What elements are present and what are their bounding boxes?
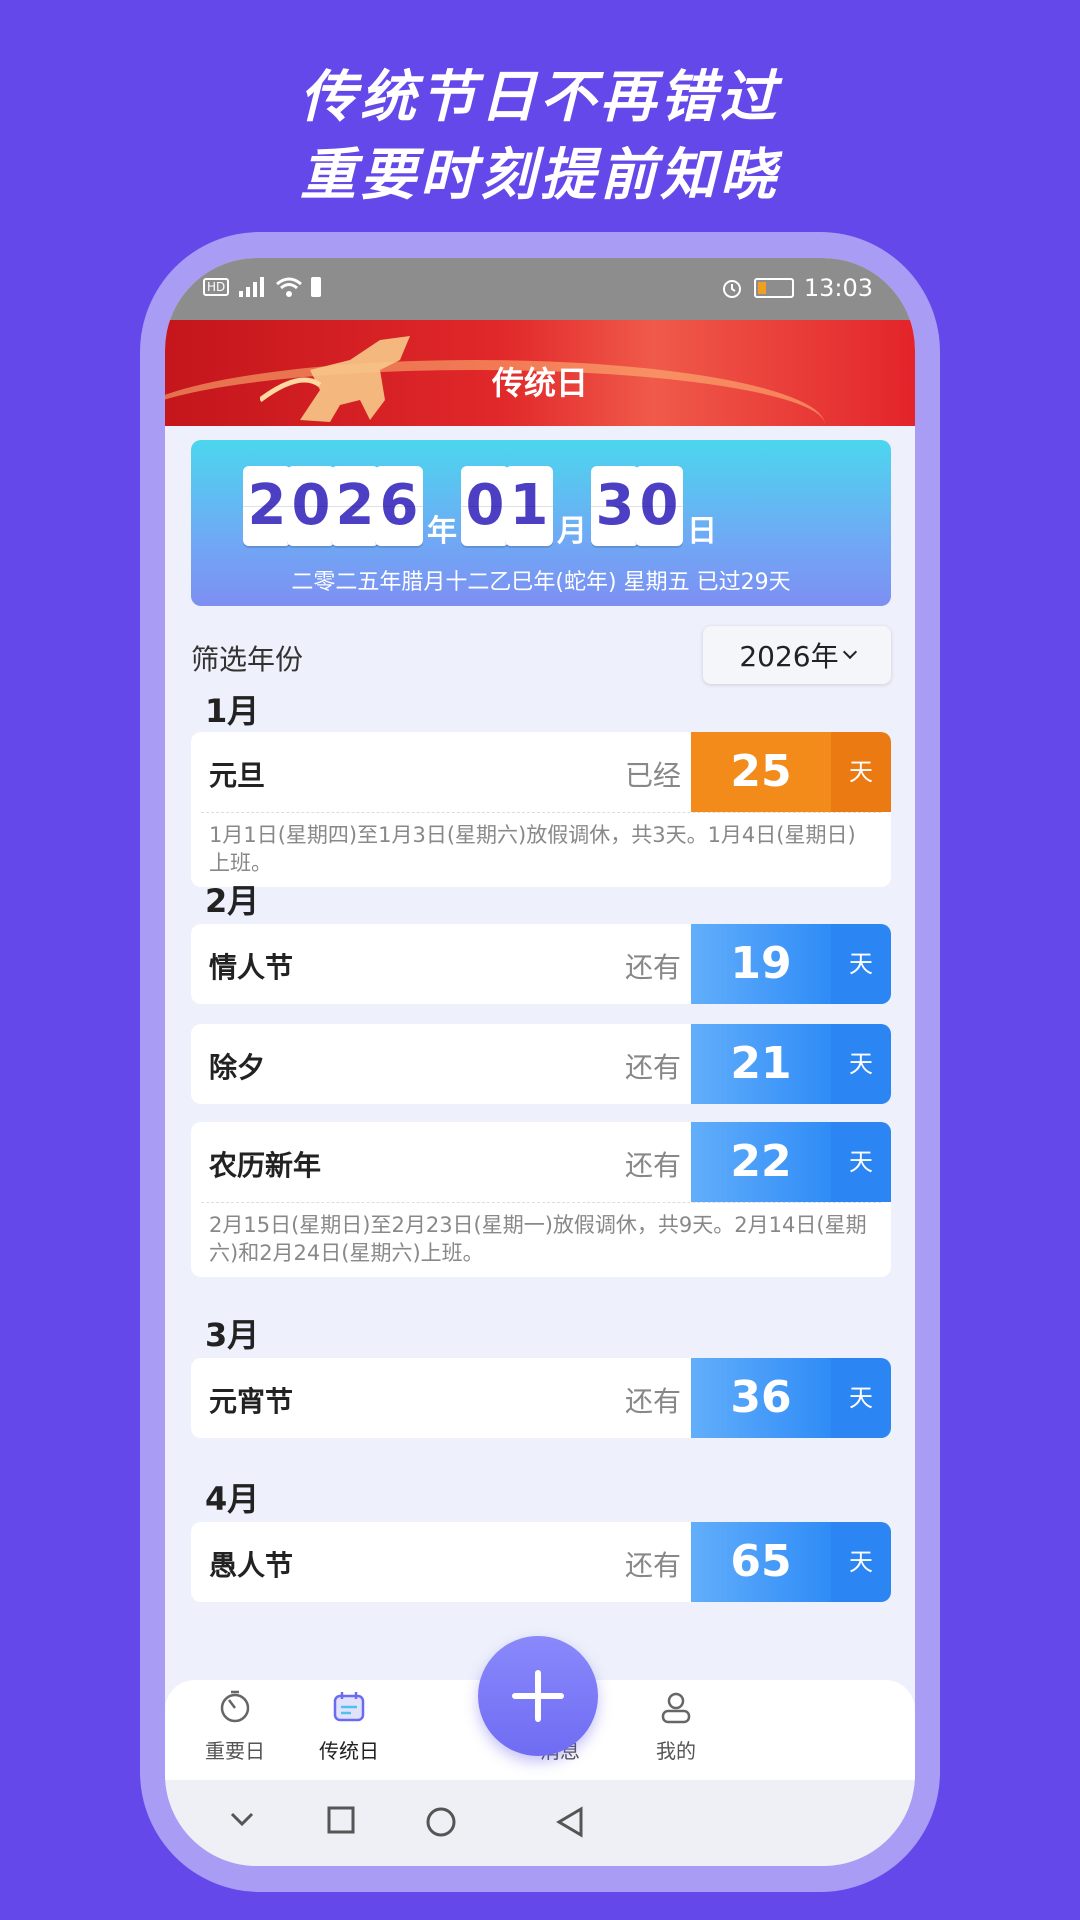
user-icon bbox=[661, 1692, 691, 1724]
holiday-state: 还有 bbox=[624, 1051, 681, 1084]
holiday-name: 元旦 bbox=[209, 759, 266, 792]
status-bar: HD 13:03 bbox=[165, 258, 915, 320]
holiday-note: 2月15日(星期日)至2月23日(星期一)放假调休，共9天。2月14日(星期六)… bbox=[201, 1202, 881, 1277]
promo-headline-2: 重要时刻提前知晓 bbox=[300, 143, 780, 208]
alert-icon bbox=[311, 277, 322, 297]
countdown-unit: 天 bbox=[831, 1122, 891, 1202]
phone-screen: HD 13:03 传统日 2 0 2 6 年 0 1 月 3 0 日 二零二五年… bbox=[165, 258, 915, 1866]
countdown-value: 21 bbox=[691, 1024, 831, 1104]
date-card: 2 0 2 6 年 0 1 月 3 0 日 二零二五年腊月十二乙巳年(蛇年) 星… bbox=[191, 440, 891, 606]
countdown-box: 25 天 bbox=[691, 732, 891, 812]
holiday-state: 还有 bbox=[624, 951, 681, 984]
month-header: 2月 bbox=[205, 882, 260, 920]
holiday-card[interactable]: 元宵节 还有 36 天 bbox=[191, 1358, 891, 1438]
tab-label: 我的 bbox=[656, 1739, 696, 1763]
nav-home-icon[interactable] bbox=[425, 1806, 457, 1838]
month-digit: 0 bbox=[461, 466, 509, 546]
holiday-name: 元宵节 bbox=[209, 1385, 294, 1418]
holiday-card[interactable]: 农历新年 还有 22 天 2月15日(星期日)至2月23日(星期一)放假调休，共… bbox=[191, 1122, 891, 1277]
tab-label: 传统日 bbox=[319, 1739, 379, 1763]
year-unit: 年 bbox=[427, 514, 457, 549]
countdown-value: 25 bbox=[691, 732, 831, 812]
tab-traditional-days[interactable]: 传统日 bbox=[294, 1690, 404, 1764]
month-header: 4月 bbox=[205, 1480, 260, 1518]
countdown-unit: 天 bbox=[831, 1024, 891, 1104]
tab-profile[interactable]: 我的 bbox=[621, 1690, 731, 1764]
month-digit: 1 bbox=[505, 466, 553, 546]
countdown-box: 36 天 bbox=[691, 1358, 891, 1438]
tab-important-days[interactable]: 重要日 bbox=[180, 1690, 290, 1764]
countdown-unit: 天 bbox=[831, 924, 891, 1004]
nav-back-icon[interactable] bbox=[555, 1806, 585, 1838]
signal-icon bbox=[239, 277, 265, 297]
holiday-name: 除夕 bbox=[209, 1051, 266, 1084]
holiday-state: 还有 bbox=[624, 1549, 681, 1582]
tab-label: 重要日 bbox=[205, 1739, 265, 1763]
lunar-date-text: 二零二五年腊月十二乙巳年(蛇年) 星期五 已过29天 bbox=[291, 570, 791, 595]
nav-down-icon[interactable] bbox=[229, 1806, 255, 1832]
countdown-box: 21 天 bbox=[691, 1024, 891, 1104]
countdown-box: 19 天 bbox=[691, 924, 891, 1004]
battery-icon bbox=[753, 278, 794, 298]
promo-headline-1: 传统节日不再错过 bbox=[300, 65, 780, 130]
add-button[interactable] bbox=[478, 1636, 598, 1756]
system-nav-bar bbox=[165, 1780, 915, 1866]
holiday-state: 已经 bbox=[624, 759, 681, 792]
month-header: 1月 bbox=[205, 692, 260, 730]
year-select-value: 2026年 bbox=[739, 640, 839, 673]
holiday-name: 农历新年 bbox=[209, 1149, 322, 1182]
holiday-state: 还有 bbox=[624, 1149, 681, 1182]
holiday-name: 愚人节 bbox=[209, 1549, 294, 1582]
chevron-down-icon bbox=[842, 644, 857, 660]
year-digit: 6 bbox=[375, 466, 423, 546]
countdown-value: 19 bbox=[691, 924, 831, 1004]
holiday-card[interactable]: 除夕 还有 21 天 bbox=[191, 1024, 891, 1104]
countdown-box: 22 天 bbox=[691, 1122, 891, 1202]
holiday-state: 还有 bbox=[624, 1385, 681, 1418]
day-digit: 3 bbox=[591, 466, 639, 546]
calendar-icon bbox=[333, 1692, 365, 1722]
countdown-value: 36 bbox=[691, 1358, 831, 1438]
countdown-unit: 天 bbox=[831, 1522, 891, 1602]
page-title: 传统日 bbox=[491, 364, 588, 402]
holiday-card[interactable]: 情人节 还有 19 天 bbox=[191, 924, 891, 1004]
holiday-card[interactable]: 元旦 已经 25 天 1月1日(星期四)至1月3日(星期六)放假调休，共3天。1… bbox=[191, 732, 891, 887]
holiday-name: 情人节 bbox=[209, 951, 294, 984]
countdown-box: 65 天 bbox=[691, 1522, 891, 1602]
countdown-value: 22 bbox=[691, 1122, 831, 1202]
month-header: 3月 bbox=[205, 1316, 260, 1354]
wifi-icon bbox=[276, 277, 303, 297]
day-digit: 0 bbox=[635, 466, 683, 546]
year-digit: 2 bbox=[331, 466, 379, 546]
hd-icon: HD bbox=[203, 278, 230, 296]
status-time: 13:03 bbox=[803, 274, 873, 302]
year-digit: 0 bbox=[287, 466, 335, 546]
countdown-unit: 天 bbox=[831, 1358, 891, 1438]
filter-year-label: 筛选年份 bbox=[191, 643, 304, 676]
month-unit: 月 bbox=[557, 514, 587, 549]
nav-recent-icon[interactable] bbox=[327, 1806, 355, 1834]
timer-icon bbox=[220, 1690, 250, 1723]
alarm-icon bbox=[722, 280, 741, 298]
header-banner: 传统日 bbox=[165, 320, 915, 426]
day-unit: 日 bbox=[687, 514, 717, 549]
year-select[interactable]: 2026年 bbox=[703, 626, 891, 684]
year-digit: 2 bbox=[243, 466, 291, 546]
holiday-note: 1月1日(星期四)至1月3日(星期六)放假调休，共3天。1月4日(星期日)上班。 bbox=[201, 812, 881, 887]
countdown-unit: 天 bbox=[831, 732, 891, 812]
countdown-value: 65 bbox=[691, 1522, 831, 1602]
holiday-card[interactable]: 愚人节 还有 65 天 bbox=[191, 1522, 891, 1602]
